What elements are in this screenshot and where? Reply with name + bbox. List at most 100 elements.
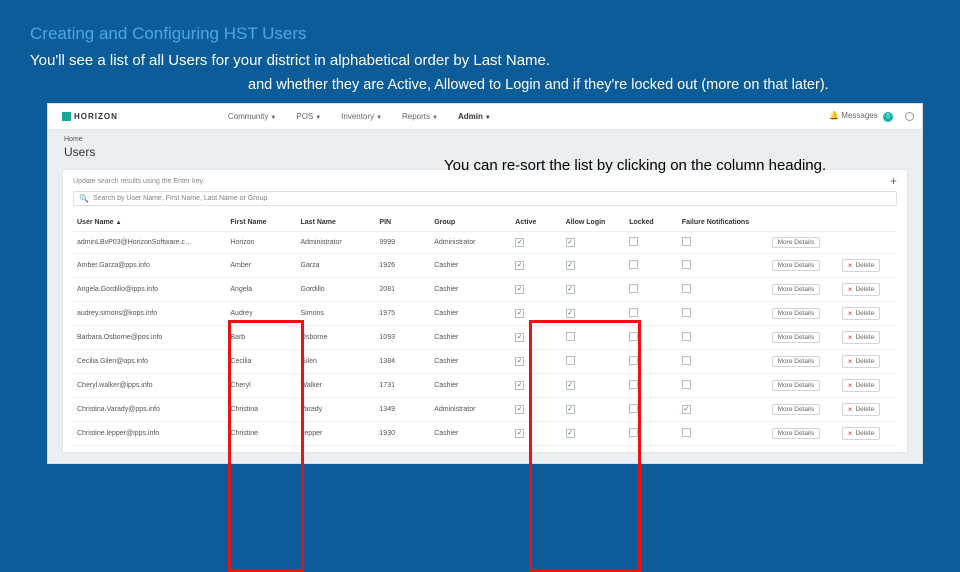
brand-logo[interactable]: HORIZON <box>62 112 118 121</box>
delete-button[interactable]: Delete <box>842 403 880 416</box>
delete-button[interactable]: Delete <box>842 427 880 440</box>
cell-last-name: Walker <box>297 374 376 398</box>
cell-user-name: audrey.simons@kops.info <box>73 302 226 326</box>
cell-group: Administrator <box>430 232 511 254</box>
checkbox[interactable]: ✓ <box>515 333 524 342</box>
checkbox[interactable] <box>682 428 691 437</box>
checkbox[interactable]: ✓ <box>566 405 575 414</box>
more-details-button[interactable]: More Details <box>772 237 820 248</box>
cell-locked <box>625 254 678 278</box>
table-row: Barbara.Osborne@pos.infoBarbOsborne1093C… <box>73 326 897 350</box>
cell-active: ✓ <box>511 278 561 302</box>
col-user-name[interactable]: User Name▲ <box>73 214 226 232</box>
more-details-button[interactable]: More Details <box>772 332 820 343</box>
checkbox[interactable]: ✓ <box>682 405 691 414</box>
checkbox[interactable]: ✓ <box>566 261 575 270</box>
brand-icon <box>62 112 71 121</box>
chevron-down-icon: ▼ <box>315 115 321 121</box>
checkbox[interactable]: ✓ <box>515 285 524 294</box>
cell-locked <box>625 422 678 446</box>
table-row: Cecilia.Gilen@ops.infoCeciliaGilen1384Ca… <box>73 350 897 374</box>
messages-link[interactable]: 🔔 Messages 0 <box>829 111 893 122</box>
checkbox[interactable] <box>682 380 691 389</box>
delete-button[interactable]: Delete <box>842 307 880 320</box>
col-active[interactable]: Active <box>511 214 561 232</box>
checkbox[interactable]: ✓ <box>515 429 524 438</box>
more-details-button[interactable]: More Details <box>772 404 820 415</box>
checkbox[interactable] <box>682 260 691 269</box>
checkbox[interactable] <box>629 308 638 317</box>
nav-item-admin[interactable]: Admin▼ <box>458 112 491 121</box>
table-row: Cheryl.walker@ipps.infoCherylWalker1731C… <box>73 374 897 398</box>
checkbox[interactable]: ✓ <box>566 285 575 294</box>
checkbox[interactable]: ✓ <box>566 381 575 390</box>
col-last-name[interactable]: Last Name <box>297 214 376 232</box>
delete-button[interactable]: Delete <box>842 331 880 344</box>
cell-group: Cashier <box>430 422 511 446</box>
checkbox[interactable] <box>629 356 638 365</box>
checkbox[interactable] <box>566 356 575 365</box>
checkbox[interactable] <box>682 237 691 246</box>
checkbox[interactable]: ✓ <box>515 381 524 390</box>
cell-first-name: Barb <box>226 326 296 350</box>
cell-user-name: Angela.Gordillo@ipps.info <box>73 278 226 302</box>
checkbox[interactable] <box>566 332 575 341</box>
col-allow-login[interactable]: Allow Login <box>562 214 626 232</box>
col-locked[interactable]: Locked <box>625 214 678 232</box>
cell-last-name: Administrator <box>297 232 376 254</box>
cell-group: Cashier <box>430 278 511 302</box>
col-first-name[interactable]: First Name <box>226 214 296 232</box>
checkbox[interactable] <box>629 284 638 293</box>
slide-subtitle-2: and whether they are Active, Allowed to … <box>248 77 940 93</box>
more-details-button[interactable]: More Details <box>772 356 820 367</box>
delete-button[interactable]: Delete <box>842 355 880 368</box>
checkbox[interactable] <box>629 404 638 413</box>
checkbox[interactable]: ✓ <box>566 309 575 318</box>
checkbox[interactable] <box>629 380 638 389</box>
cell-failure-notifications <box>678 326 768 350</box>
cell-user-name: Christine.lepper@ipps.info <box>73 422 226 446</box>
checkbox[interactable]: ✓ <box>515 309 524 318</box>
col-failure-notifications[interactable]: Failure Notifications <box>678 214 768 232</box>
checkbox[interactable] <box>682 308 691 317</box>
more-details-button[interactable]: More Details <box>772 308 820 319</box>
checkbox[interactable]: ✓ <box>566 429 575 438</box>
checkbox[interactable] <box>682 332 691 341</box>
delete-button[interactable]: Delete <box>842 379 880 392</box>
cell-allow-login: ✓ <box>562 254 626 278</box>
more-details-button[interactable]: More Details <box>772 380 820 391</box>
delete-button[interactable]: Delete <box>842 259 880 272</box>
col-pin[interactable]: PIN <box>375 214 430 232</box>
checkbox[interactable]: ✓ <box>566 238 575 247</box>
breadcrumb[interactable]: Home <box>64 136 906 143</box>
checkbox[interactable] <box>682 356 691 365</box>
col-group[interactable]: Group <box>430 214 511 232</box>
cell-last-name: Lepper <box>297 422 376 446</box>
delete-button[interactable]: Delete <box>842 283 880 296</box>
checkbox[interactable] <box>629 332 638 341</box>
checkbox[interactable] <box>629 428 638 437</box>
more-details-button[interactable]: More Details <box>772 260 820 271</box>
checkbox[interactable]: ✓ <box>515 238 524 247</box>
checkbox[interactable] <box>629 260 638 269</box>
gear-icon[interactable] <box>905 112 914 121</box>
cell-group: Cashier <box>430 302 511 326</box>
nav-item-pos[interactable]: POS▼ <box>296 112 321 121</box>
add-user-button[interactable]: + <box>890 174 897 188</box>
nav-item-inventory[interactable]: Inventory▼ <box>341 112 382 121</box>
checkbox[interactable]: ✓ <box>515 357 524 366</box>
more-details-button[interactable]: More Details <box>772 284 820 295</box>
cell-allow-login: ✓ <box>562 422 626 446</box>
checkbox[interactable]: ✓ <box>515 261 524 270</box>
more-details-button[interactable]: More Details <box>772 428 820 439</box>
search-field-wrap[interactable]: 🔍 <box>73 191 897 206</box>
checkbox[interactable]: ✓ <box>515 405 524 414</box>
search-input[interactable] <box>93 195 891 202</box>
checkbox[interactable] <box>682 284 691 293</box>
nav-item-reports[interactable]: Reports▼ <box>402 112 438 121</box>
cell-active: ✓ <box>511 254 561 278</box>
checkbox[interactable] <box>629 237 638 246</box>
cell-pin: 9999 <box>375 232 430 254</box>
table-row: Christine.lepper@ipps.infoChristineLeppe… <box>73 422 897 446</box>
nav-item-community[interactable]: Community▼ <box>228 112 276 121</box>
